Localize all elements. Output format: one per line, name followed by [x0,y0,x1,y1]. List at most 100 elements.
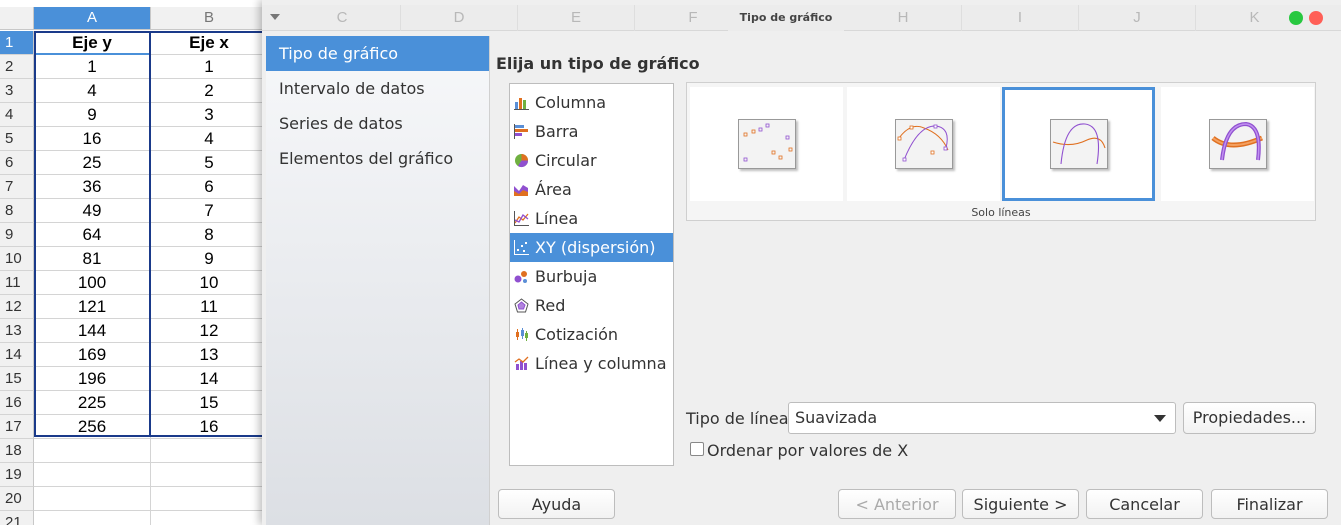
cell[interactable]: 81 [34,247,151,271]
row-header[interactable]: 2 [0,55,34,79]
cell[interactable]: Eje x [151,31,268,55]
cell[interactable]: 196 [34,367,151,391]
row-header[interactable]: 13 [0,319,34,343]
row-header[interactable]: 15 [0,367,34,391]
variant-points-and-lines[interactable] [847,87,1000,201]
chart-type-label: Línea [535,209,579,228]
row-header[interactable]: 3 [0,79,34,103]
cell[interactable]: 169 [34,343,151,367]
row-header[interactable]: 1 [0,31,34,55]
cell[interactable]: 3 [151,103,268,127]
cell[interactable]: 7 [151,199,268,223]
chart-type-net[interactable]: Red [510,291,673,320]
cell[interactable] [151,487,268,511]
cell[interactable]: 144 [34,319,151,343]
cell[interactable]: 6 [151,175,268,199]
cell[interactable]: 4 [151,127,268,151]
window-menu-arrow-icon[interactable] [270,14,280,20]
maximize-button[interactable] [1289,11,1303,25]
cell[interactable]: 16 [151,415,268,439]
cell[interactable] [151,439,268,463]
cell[interactable]: 11 [151,295,268,319]
cell[interactable]: 49 [34,199,151,223]
row-header[interactable]: 8 [0,199,34,223]
row-header[interactable]: 19 [0,463,34,487]
nav-step-chart-elements[interactable]: Elementos del gráfico [266,141,489,176]
row-header[interactable]: 16 [0,391,34,415]
cell[interactable] [151,463,268,487]
row-header[interactable]: 14 [0,343,34,367]
row-header[interactable]: 12 [0,295,34,319]
cell[interactable]: 13 [151,343,268,367]
row-header[interactable]: 6 [0,151,34,175]
cell[interactable]: 25 [34,151,151,175]
chart-type-line-column[interactable]: Línea y columna [510,349,673,378]
cell[interactable]: 4 [34,79,151,103]
cell[interactable]: 1 [151,55,268,79]
chart-type-pie[interactable]: Circular [510,146,673,175]
cell[interactable] [34,511,151,525]
row-header[interactable]: 20 [0,487,34,511]
cell[interactable]: 10 [151,271,268,295]
nav-step-chart-type[interactable]: Tipo de gráfico [266,36,489,71]
cell[interactable]: 5 [151,151,268,175]
cell[interactable]: 256 [34,415,151,439]
chart-type-xy-scatter[interactable]: XY (dispersión) [510,233,673,262]
dialog-titlebar[interactable]: C D E F H I J K Tipo de gráfico [262,5,1341,31]
row-header[interactable]: 7 [0,175,34,199]
ghost-column-i: I [962,5,1079,31]
cell[interactable]: 8 [151,223,268,247]
cell[interactable]: 12 [151,319,268,343]
cell[interactable] [34,487,151,511]
cell[interactable]: 16 [34,127,151,151]
row-header[interactable]: 21 [0,511,34,525]
cell[interactable]: 1 [34,55,151,79]
chart-type-stock[interactable]: Cotización [510,320,673,349]
finish-button[interactable]: Finalizar [1211,489,1328,519]
cell[interactable]: 225 [34,391,151,415]
cell[interactable] [34,439,151,463]
help-button[interactable]: Ayuda [498,489,615,519]
cancel-button[interactable]: Cancelar [1086,489,1203,519]
sort-by-x-checkbox[interactable] [690,442,704,456]
column-header-b[interactable]: B [151,7,268,30]
area-chart-icon [514,182,529,197]
chart-type-bubble[interactable]: Burbuja [510,262,673,291]
cell[interactable]: 64 [34,223,151,247]
cell[interactable] [151,511,268,525]
cell[interactable]: 9 [151,247,268,271]
select-all-corner[interactable] [0,7,34,30]
cell[interactable] [34,463,151,487]
cell[interactable]: 121 [34,295,151,319]
variant-points-only[interactable] [690,87,843,201]
next-button[interactable]: Siguiente > [962,489,1079,519]
row-header[interactable]: 9 [0,223,34,247]
cell[interactable]: 100 [34,271,151,295]
row-header[interactable]: 5 [0,127,34,151]
row-header[interactable]: 11 [0,271,34,295]
cell[interactable]: 36 [34,175,151,199]
cell[interactable]: 14 [151,367,268,391]
row-header[interactable]: 10 [0,247,34,271]
line-type-dropdown[interactable]: Suavizada [788,402,1176,434]
row-header[interactable]: 17 [0,415,34,439]
chart-type-line[interactable]: Línea [510,204,673,233]
row-header[interactable]: 18 [0,439,34,463]
chart-type-area[interactable]: Área [510,175,673,204]
chart-type-bar[interactable]: Barra [510,117,673,146]
properties-button[interactable]: Propiedades... [1183,402,1316,434]
cell[interactable]: 2 [151,79,268,103]
nav-step-data-series[interactable]: Series de datos [266,106,489,141]
column-header-a[interactable]: A [34,7,151,30]
points-and-lines-thumbnail [894,119,953,169]
nav-step-data-range[interactable]: Intervalo de datos [266,71,489,106]
cell[interactable]: 15 [151,391,268,415]
previous-button[interactable]: < Anterior [838,489,956,519]
close-button[interactable] [1309,11,1323,25]
row-header[interactable]: 4 [0,103,34,127]
variant-lines-only[interactable] [1002,87,1155,201]
chart-type-column[interactable]: Columna [510,88,673,117]
cell[interactable]: Eje y [34,31,151,55]
cell[interactable]: 9 [34,103,151,127]
variant-3d-lines[interactable] [1161,87,1314,201]
